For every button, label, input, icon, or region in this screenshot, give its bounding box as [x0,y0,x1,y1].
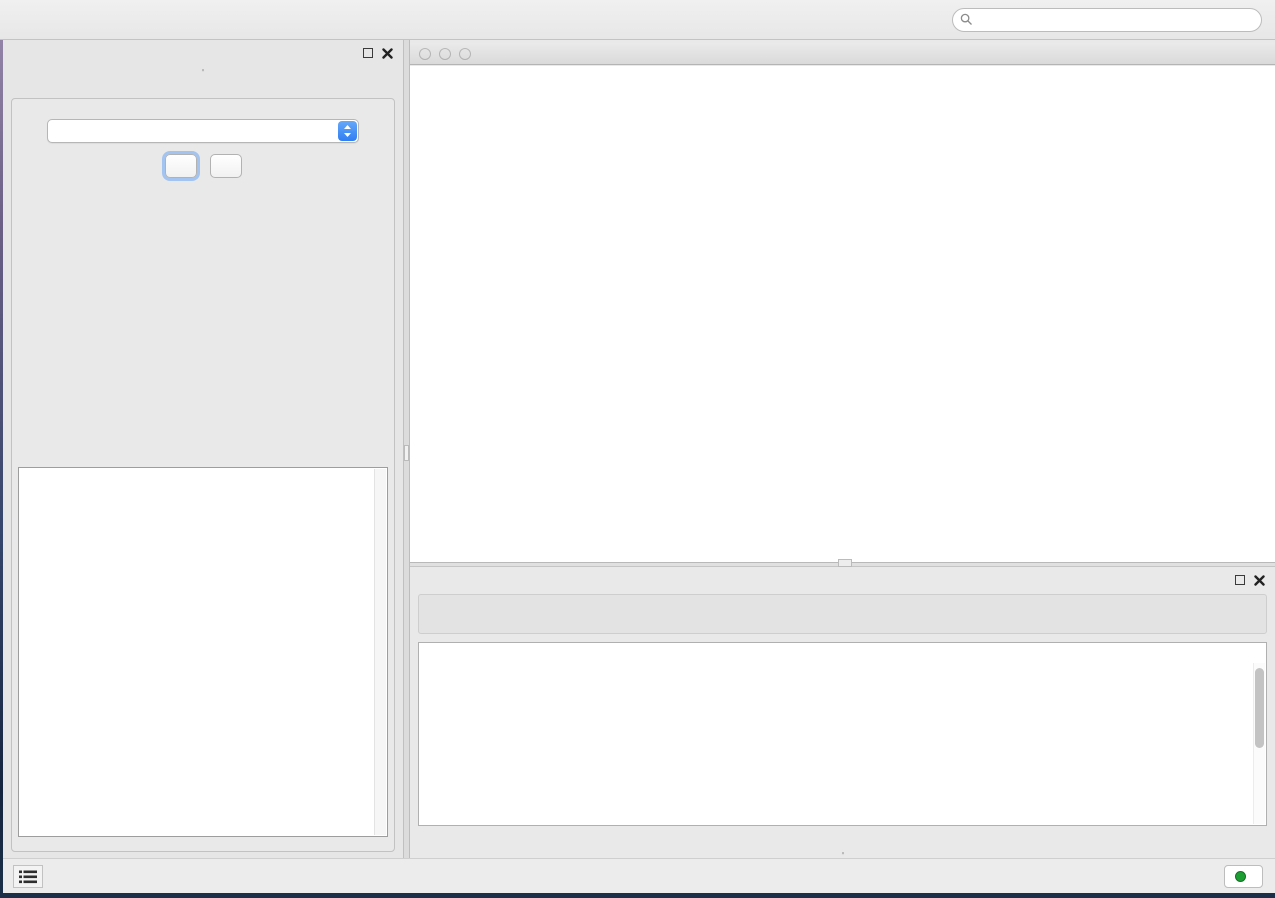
float-table-panel-icon[interactable] [1235,575,1245,585]
run-mcds-button[interactable] [165,154,197,178]
control-panel-tabs [202,69,204,71]
network-window [410,43,1275,563]
close-panel-icon[interactable] [382,48,393,59]
mcds-result-list[interactable] [20,471,373,835]
horizontal-splitter-grip[interactable] [838,559,852,567]
mcds-result-groupbox [18,467,388,837]
network-graph[interactable] [410,66,1275,564]
window-maximize-icon[interactable] [459,48,471,60]
memory-status-icon [1235,871,1246,882]
window-close-icon[interactable] [419,48,431,60]
table-panel-header [410,567,1275,593]
cytoscape-window [3,0,1275,893]
control-panel-header [3,40,403,66]
table-scrollbar[interactable] [1253,663,1265,824]
search-icon [960,13,973,26]
memory-button[interactable] [1224,865,1263,888]
select-stepper-icon [338,121,357,141]
network-canvas[interactable] [410,66,1275,562]
optimization-criterion-select[interactable] [47,119,359,143]
control-panel [3,40,403,858]
close-panel-button[interactable] [210,154,242,178]
mcds-tab-content [11,98,395,852]
close-table-panel-icon[interactable] [1254,575,1265,586]
status-bar [3,858,1275,893]
vertical-splitter[interactable] [403,40,410,858]
mcds-result-scrollbar[interactable] [374,469,386,835]
float-panel-icon[interactable] [363,48,373,58]
desktop [0,0,1275,898]
search-field-wrap [952,8,1262,32]
list-icon [19,870,37,884]
right-area [410,40,1275,858]
node-table [418,642,1267,826]
network-window-titlebar[interactable] [410,43,1275,65]
table-toolbar [418,594,1267,634]
table-tabs [842,852,844,854]
table-scrollbar-thumb[interactable] [1255,668,1264,748]
table-panel [410,567,1275,858]
search-input[interactable] [952,8,1262,32]
task-list-button[interactable] [13,865,43,888]
vertical-splitter-grip[interactable] [404,445,409,461]
window-minimize-icon[interactable] [439,48,451,60]
